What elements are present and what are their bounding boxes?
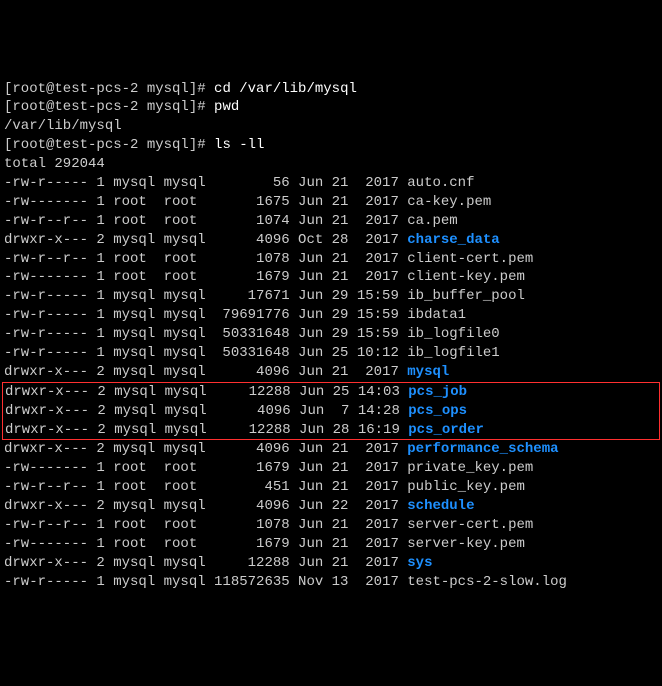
- listing-row: -rw-r--r-- 1 root root 1078 Jun 21 2017 …: [4, 516, 658, 535]
- directory-name: pcs_ops: [408, 403, 467, 419]
- listing-row: -rw-r----- 1 mysql mysql 17671 Jun 29 15…: [4, 287, 658, 306]
- listing-row: drwxr-x--- 2 mysql mysql 12288 Jun 25 14…: [5, 383, 659, 402]
- typed-command: cd /var/lib/mysql: [214, 81, 357, 97]
- file-name: server-cert.pem: [407, 517, 533, 533]
- pwd-output: /var/lib/mysql: [4, 117, 658, 136]
- listing-row: drwxr-x--- 2 mysql mysql 12288 Jun 28 16…: [5, 421, 659, 440]
- directory-name: pcs_order: [408, 422, 484, 438]
- listing-row: drwxr-x--- 2 mysql mysql 4096 Jun 21 201…: [4, 440, 658, 459]
- listing-row: -rw------- 1 root root 1679 Jun 21 2017 …: [4, 459, 658, 478]
- file-name: auto.cnf: [407, 175, 474, 191]
- listing-row: -rw-r----- 1 mysql mysql 118572635 Nov 1…: [4, 573, 658, 592]
- listing-row: drwxr-x--- 2 mysql mysql 4096 Jun 7 14:2…: [5, 402, 659, 421]
- file-name: public_key.pem: [407, 479, 525, 495]
- file-name: client-cert.pem: [407, 251, 533, 267]
- directory-name: mysql: [407, 364, 449, 380]
- terminal-output[interactable]: [root@test-pcs-2 mysql]# cd /var/lib/mys…: [4, 80, 658, 592]
- listing-row: drwxr-x--- 2 mysql mysql 4096 Oct 28 201…: [4, 231, 658, 250]
- file-name: ib_logfile0: [407, 326, 499, 342]
- file-name: ibdata1: [407, 307, 466, 323]
- listing-row: -rw-r--r-- 1 root root 1074 Jun 21 2017 …: [4, 212, 658, 231]
- typed-command: pwd: [214, 99, 239, 115]
- listing-row: -rw------- 1 root root 1679 Jun 21 2017 …: [4, 535, 658, 554]
- listing-row: -rw------- 1 root root 1675 Jun 21 2017 …: [4, 193, 658, 212]
- file-name: ib_buffer_pool: [407, 288, 525, 304]
- file-name: ca.pem: [407, 213, 457, 229]
- listing-row: -rw-r--r-- 1 root root 1078 Jun 21 2017 …: [4, 250, 658, 269]
- highlight-box: drwxr-x--- 2 mysql mysql 12288 Jun 25 14…: [2, 382, 660, 441]
- listing-row: -rw-r----- 1 mysql mysql 50331648 Jun 29…: [4, 325, 658, 344]
- directory-name: charse_data: [407, 232, 499, 248]
- directory-name: sys: [407, 555, 432, 571]
- file-name: client-key.pem: [407, 269, 525, 285]
- file-name: private_key.pem: [407, 460, 533, 476]
- file-name: test-pcs-2-slow.log: [407, 574, 567, 590]
- file-name: server-key.pem: [407, 536, 525, 552]
- listing-row: drwxr-x--- 2 mysql mysql 12288 Jun 21 20…: [4, 554, 658, 573]
- typed-command: ls -ll: [214, 137, 264, 153]
- file-name: ib_logfile1: [407, 345, 499, 361]
- directory-name: pcs_job: [408, 384, 467, 400]
- listing-row: drwxr-x--- 2 mysql mysql 4096 Jun 21 201…: [4, 363, 658, 382]
- listing-row: -rw-r----- 1 mysql mysql 79691776 Jun 29…: [4, 306, 658, 325]
- listing-row: -rw-r----- 1 mysql mysql 56 Jun 21 2017 …: [4, 174, 658, 193]
- total-line: total 292044: [4, 155, 658, 174]
- file-name: ca-key.pem: [407, 194, 491, 210]
- directory-name: schedule: [407, 498, 474, 514]
- listing-row: -rw-r--r-- 1 root root 451 Jun 21 2017 p…: [4, 478, 658, 497]
- shell-prompt-line: [root@test-pcs-2 mysql]# ls -ll: [4, 136, 658, 155]
- listing-row: -rw------- 1 root root 1679 Jun 21 2017 …: [4, 268, 658, 287]
- listing-row: -rw-r----- 1 mysql mysql 50331648 Jun 25…: [4, 344, 658, 363]
- shell-prompt-line: [root@test-pcs-2 mysql]# pwd: [4, 98, 658, 117]
- shell-prompt-line: [root@test-pcs-2 mysql]# cd /var/lib/mys…: [4, 80, 658, 99]
- directory-name: performance_schema: [407, 441, 558, 457]
